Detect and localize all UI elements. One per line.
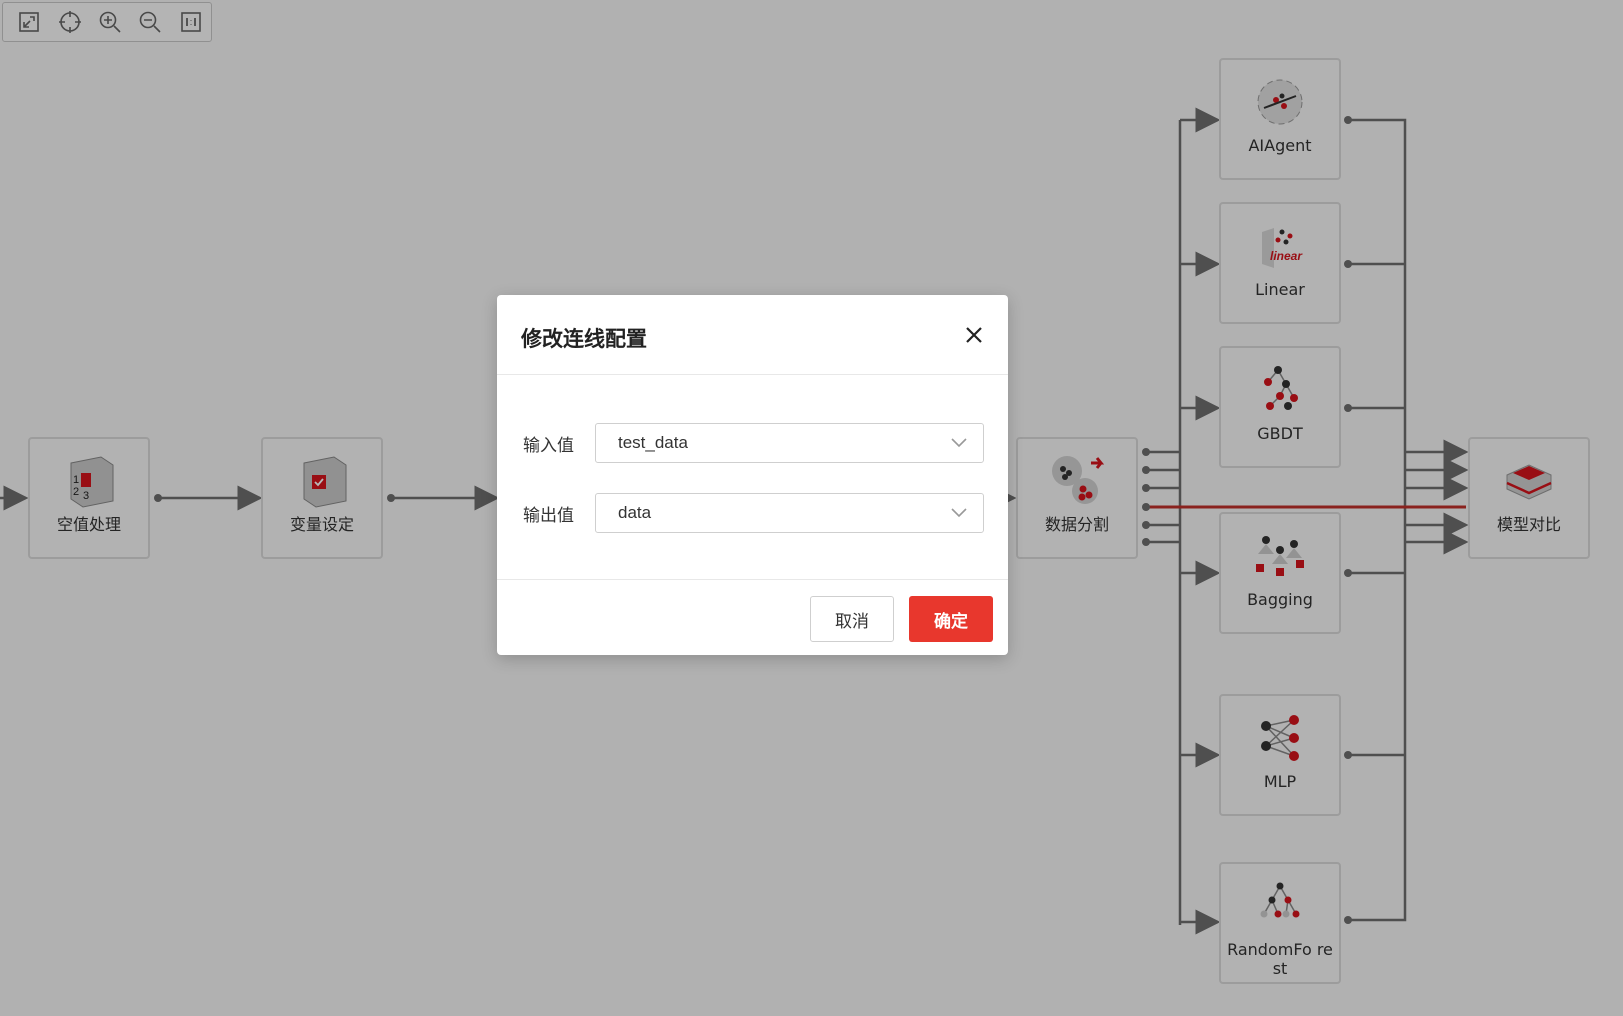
close-icon[interactable] (962, 323, 986, 347)
edge-config-dialog: 修改连线配置 输入值 test_data 输出值 data 取消 确定 (497, 295, 1008, 655)
output-label: 输出值 (523, 505, 574, 526)
input-select-value: test_data (618, 433, 688, 452)
dialog-title: 修改连线配置 (521, 327, 647, 351)
dialog-header: 修改连线配置 (497, 295, 1008, 375)
dialog-footer: 取消 确定 (497, 579, 1008, 656)
output-row: 输出值 data (523, 493, 984, 533)
confirm-button[interactable]: 确定 (909, 596, 993, 642)
output-select-value: data (618, 503, 652, 522)
output-select[interactable]: data (595, 493, 984, 533)
input-label: 输入值 (523, 435, 574, 456)
input-row: 输入值 test_data (523, 423, 984, 463)
cancel-button[interactable]: 取消 (810, 596, 894, 642)
input-select[interactable]: test_data (595, 423, 984, 463)
chevron-down-icon (951, 503, 967, 523)
chevron-down-icon (951, 433, 967, 453)
